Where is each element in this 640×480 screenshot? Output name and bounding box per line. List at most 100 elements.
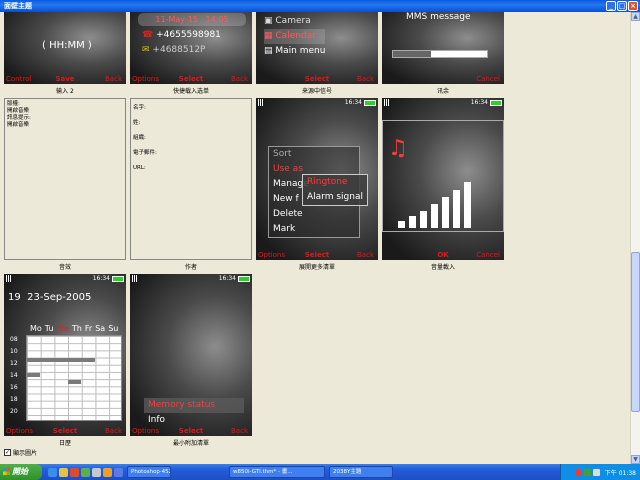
use-as-submenu: Ringtone Alarm signal [302, 174, 368, 206]
folder-icon[interactable] [59, 467, 68, 477]
message-icon: ✉ [142, 45, 150, 55]
phone-screen: 16:34 19 23-Sep-2005 Mo Tu We Th Fr Sa Su 08 10… [4, 274, 126, 436]
calendar-event[interactable] [27, 358, 95, 362]
show-images-option[interactable]: ✓ 顯示圖片 [4, 448, 37, 457]
menu-item-sort[interactable]: Sort [269, 147, 359, 162]
tray-icon[interactable] [583, 468, 591, 476]
status-bar: 16:34 [4, 274, 126, 284]
author-field-email: 電子郵件: [133, 150, 157, 156]
memory-menu: Memory status Info [144, 398, 244, 428]
submenu-item-ringtone[interactable]: Ringtone [307, 175, 363, 190]
phone-screen: 16:34 Memory status Info Options Select … [130, 274, 252, 436]
sound-settings-panel: 版權: 開啟音樂 訊息提示: 開啟音樂 [4, 98, 126, 260]
task-theme-editor[interactable]: w850i-GTI.thm* - 畫... [229, 466, 325, 478]
softkey-right: Back [357, 251, 374, 259]
tile-caption: 日歷 [58, 440, 71, 447]
app-icon[interactable] [92, 467, 101, 477]
volume-bar [442, 197, 449, 228]
time-label: 14:05 [205, 15, 229, 24]
weekday-label: Su [108, 324, 119, 333]
taskbar: 開始 Photoshop·4527526 w850i-GTI.thm* - 畫.… [0, 464, 640, 480]
status-bar: 16:34 [256, 98, 378, 108]
volume-bar [409, 216, 416, 228]
weekday-label: We [56, 324, 69, 333]
progress-fill [393, 51, 431, 57]
task-photoshop[interactable]: Photoshop·4527526 [127, 466, 171, 478]
task-theme-folder[interactable]: 2038Y主題 [329, 466, 393, 478]
status-bar: 16:34 [130, 274, 252, 284]
vertical-scrollbar[interactable]: ▲ ▼ [630, 12, 640, 464]
menu-item-delete[interactable]: Delete [269, 207, 359, 222]
panel-line: 開啟音樂 [7, 122, 30, 128]
author-caption: 作者 [184, 264, 197, 271]
tile-caption: 讯余 [436, 88, 449, 95]
menu-item-calendar: Calendar [275, 31, 316, 41]
phone-screen: 16:34 ♫ OK Cancel [382, 98, 504, 260]
author-field-surname: 姓: [133, 120, 141, 126]
volume-bar [453, 190, 460, 228]
scroll-down-arrow[interactable]: ▼ [631, 455, 640, 464]
volume-icon[interactable] [592, 468, 600, 476]
hour-labels: 08 10 12 14 16 18 20 [10, 334, 18, 418]
ie-icon[interactable] [48, 467, 57, 477]
calendar-event[interactable] [27, 373, 40, 377]
window-title: 面壁主题 [4, 2, 32, 10]
calendar-grid[interactable] [26, 335, 122, 421]
menu-item-memory-status[interactable]: Memory status [144, 398, 244, 413]
weekday-label: Sa [95, 324, 106, 333]
maximize-button[interactable]: □ [617, 1, 627, 11]
calendar-event[interactable] [68, 380, 81, 384]
sound-caption: 音效 [58, 264, 71, 271]
date-label: 11-May-15 [155, 15, 198, 24]
menu-item-mark[interactable]: Mark [269, 222, 359, 237]
week-number: 19 [8, 292, 21, 303]
status-bar: 16:34 [382, 98, 504, 108]
start-button[interactable]: 開始 [0, 464, 42, 480]
clock: 16:34 [92, 275, 110, 282]
softkey-right: Back [105, 427, 122, 435]
app-icon[interactable] [81, 467, 90, 477]
preview-area: ( HH:MM ) Control Save Back 输入 2 11-May-… [0, 12, 630, 464]
battery-icon [112, 276, 124, 282]
battery-icon [364, 100, 376, 106]
panel-line: 訊息提示: [7, 115, 31, 121]
hour-label: 20 [10, 408, 18, 415]
author-field-org: 組織: [133, 135, 146, 141]
phone-screen: ( HH:MM ) Control Save Back [4, 12, 126, 84]
menu-item-camera: Camera [275, 16, 311, 26]
phone-screen: 11-May-15 14:05 ☎ +4655598981 ✉ +4688512… [130, 12, 252, 84]
progress-bar [392, 50, 488, 58]
weekday-label: Fr [84, 324, 93, 333]
submenu-item-alarm[interactable]: Alarm signal [307, 190, 363, 205]
tray-icon[interactable] [574, 468, 582, 476]
softkey-right: Back [231, 427, 248, 435]
menu-item-main: Main menu [275, 46, 326, 56]
calendar-date: 23-Sep-2005 [27, 292, 92, 303]
scroll-thumb[interactable] [631, 252, 640, 412]
show-images-label: 顯示圖片 [13, 450, 38, 457]
app-icon[interactable] [70, 467, 79, 477]
mms-title: MMS message [406, 12, 471, 22]
minimize-button[interactable]: _ [606, 1, 616, 11]
scroll-up-arrow[interactable]: ▲ [631, 12, 640, 21]
hour-label: 08 [10, 336, 18, 343]
calendar-icon: ▦ [264, 31, 273, 41]
quick-launch [48, 467, 123, 477]
phone-screen: 16:34 Sort Use as Manage New f Delete Ma… [256, 98, 378, 260]
panel-line: 版權: [7, 101, 20, 107]
app-icon[interactable] [114, 467, 123, 477]
show-images-checkbox[interactable]: ✓ [4, 449, 11, 456]
signal-icon [384, 99, 390, 106]
signal-icon [6, 275, 12, 282]
tile-caption: 来源中信号 [301, 88, 332, 95]
panel-line: 開啟音樂 [7, 108, 30, 114]
softkey-right: Cancel [476, 251, 500, 259]
app-icon[interactable] [103, 467, 112, 477]
call-icon: ☎ [142, 30, 154, 40]
softkey-right: Back [357, 75, 374, 83]
signal-icon [258, 99, 264, 106]
volume-bar [464, 182, 471, 228]
close-button[interactable]: × [628, 1, 638, 11]
music-note-icon: ♫ [388, 136, 408, 161]
volume-bar [398, 221, 405, 228]
